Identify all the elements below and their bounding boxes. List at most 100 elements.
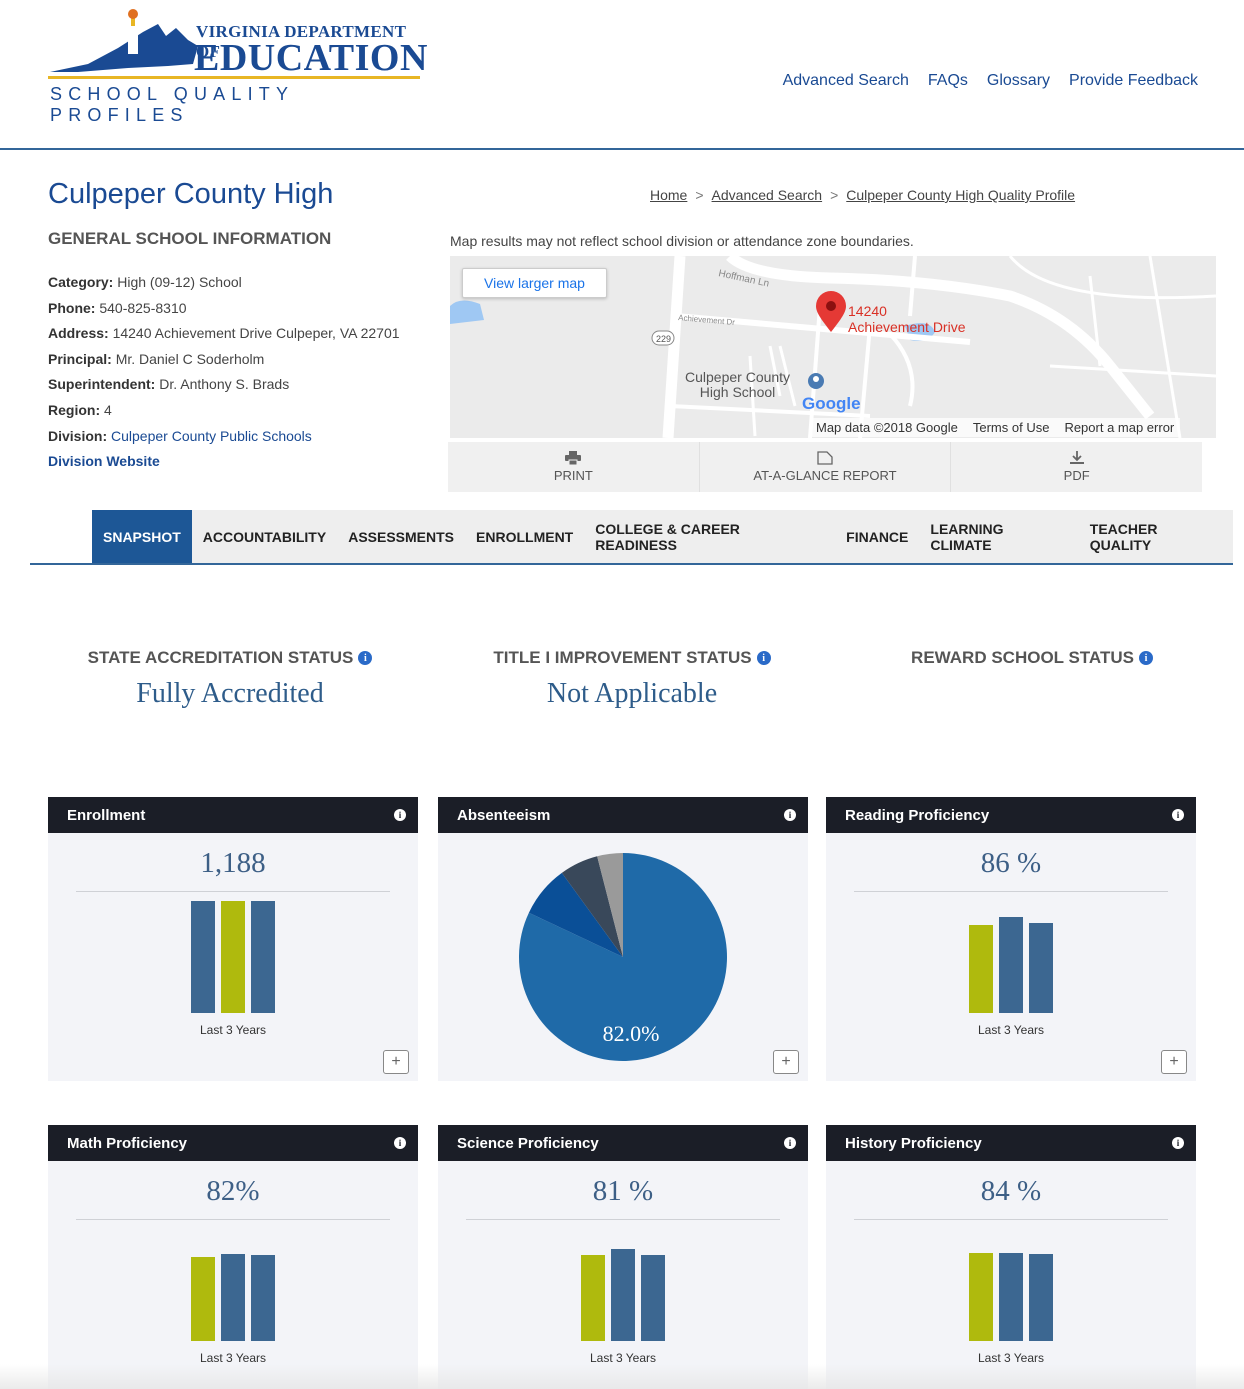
breadcrumb: Home > Advanced Search > Culpeper County…	[650, 187, 1075, 203]
tab-college-career-readiness[interactable]: COLLEGE & CAREER READINESS	[584, 510, 835, 563]
nav-glossary[interactable]: Glossary	[987, 72, 1050, 90]
logo-rule	[48, 76, 420, 79]
bar-year-3[interactable]	[1029, 923, 1053, 1013]
bar-year-1[interactable]	[969, 925, 993, 1013]
page-title: Culpeper County High	[48, 178, 334, 210]
school-info-list: Category: High (09-12) School Phone: 540…	[48, 270, 400, 475]
card-title: History Proficiency	[845, 1134, 982, 1152]
download-icon	[1069, 451, 1084, 464]
school-map[interactable]: Hoffman Ln Achievement Dr 229 View large…	[450, 256, 1216, 438]
nav-advanced-search[interactable]: Advanced Search	[783, 72, 909, 90]
bar-chart	[438, 1221, 808, 1351]
info-icon[interactable]: i	[784, 809, 796, 821]
info-icon[interactable]: i	[358, 651, 373, 665]
map-terms-link[interactable]: Terms of Use	[973, 420, 1050, 435]
division-website-link[interactable]: Division Website	[48, 453, 160, 469]
print-button[interactable]: PRINT	[448, 442, 700, 492]
info-icon[interactable]: i	[1138, 651, 1153, 665]
bar-year-1[interactable]	[191, 901, 215, 1013]
card-title: Math Proficiency	[67, 1134, 188, 1152]
vdoe-logo[interactable]: Virginia Department of Education SCHOOL …	[48, 6, 427, 125]
at-a-glance-report-button[interactable]: AT-A-GLANCE REPORT	[700, 442, 952, 492]
info-icon[interactable]: i	[1172, 809, 1184, 821]
bar-year-3[interactable]	[251, 1255, 275, 1341]
pdf-button[interactable]: PDF	[951, 442, 1202, 492]
page-fade	[0, 1364, 1244, 1389]
info-icon[interactable]: i	[756, 651, 771, 665]
bar-year-1[interactable]	[581, 1255, 605, 1341]
view-larger-map-button[interactable]: View larger map	[462, 268, 607, 298]
nav-provide-feedback[interactable]: Provide Feedback	[1069, 72, 1198, 90]
info-icon[interactable]: i	[394, 1137, 406, 1149]
map-data-attribution: Map data ©2018 Google	[816, 420, 958, 435]
breadcrumb-home[interactable]: Home	[650, 187, 687, 203]
enrollment-card: Enrollment i 1,188 Last 3 Years +	[48, 797, 418, 1081]
card-value: 86 %	[980, 847, 1042, 879]
accreditation-status-value: Fully Accredited	[136, 678, 324, 709]
bar-chart	[48, 1221, 418, 1351]
card-value: 84 %	[980, 1175, 1042, 1207]
card-divider	[466, 1219, 780, 1220]
google-logo: Google	[802, 394, 861, 413]
tab-learning-climate[interactable]: LEARNING CLIMATE	[919, 510, 1078, 563]
bar-year-2[interactable]	[999, 1253, 1023, 1341]
card-value: 81 %	[592, 1175, 654, 1207]
info-icon[interactable]: i	[784, 1137, 796, 1149]
chart-caption: Last 3 Years	[199, 1351, 267, 1365]
breadcrumb-advanced-search[interactable]: Advanced Search	[712, 187, 823, 203]
breadcrumb-separator: >	[695, 187, 704, 203]
chart-caption: Last 3 Years	[589, 1351, 657, 1365]
title1-status-value: Not Applicable	[546, 678, 718, 709]
absenteeism-card: Absenteeism i 82.0% +	[438, 797, 808, 1081]
info-category: Category: High (09-12) School	[48, 274, 242, 290]
info-icon[interactable]: i	[394, 809, 406, 821]
general-info-heading: GENERAL SCHOOL INFORMATION	[48, 229, 332, 248]
card-title: Science Proficiency	[457, 1134, 599, 1152]
expand-button[interactable]: +	[383, 1050, 409, 1074]
tab-enrollment[interactable]: ENROLLMENT	[465, 510, 584, 563]
reward-status: REWARD SCHOOL STATUS i	[862, 648, 1202, 678]
document-icon	[817, 451, 833, 465]
breadcrumb-current[interactable]: Culpeper County High Quality Profile	[846, 187, 1075, 203]
bar-year-2[interactable]	[611, 1249, 635, 1341]
division-link[interactable]: Culpeper County Public Schools	[111, 428, 312, 444]
info-division-website: Division Website	[48, 449, 400, 475]
science-proficiency-card: Science Proficiency i 81 % Last 3 Years	[438, 1125, 808, 1389]
virginia-state-icon	[50, 9, 198, 72]
route-shield: 229	[656, 334, 671, 344]
breadcrumb-separator: >	[830, 187, 839, 203]
bar-year-1[interactable]	[191, 1257, 215, 1341]
info-icon[interactable]: i	[1172, 1137, 1184, 1149]
bar-year-3[interactable]	[251, 901, 275, 1013]
card-divider	[76, 1219, 390, 1220]
printer-icon	[565, 451, 582, 465]
info-division: Division: Culpeper County Public Schools	[48, 427, 312, 444]
map-report-error-link[interactable]: Report a map error	[1064, 420, 1174, 435]
info-principal: Principal: Mr. Daniel C Soderholm	[48, 350, 265, 367]
logo-subtitle: SCHOOL QUALITY PROFILES	[50, 84, 294, 125]
tab-accountability[interactable]: ACCOUNTABILITY	[192, 510, 337, 563]
bar-year-3[interactable]	[641, 1255, 665, 1341]
bar-chart	[48, 893, 418, 1023]
accreditation-status: STATE ACCREDITATION STATUS i Fully Accred…	[60, 648, 400, 710]
math-proficiency-card: Math Proficiency i 82% Last 3 Years	[48, 1125, 418, 1389]
nav-faqs[interactable]: FAQs	[928, 72, 968, 90]
chart-caption: Last 3 Years	[977, 1351, 1045, 1365]
tab-finance[interactable]: FINANCE	[835, 510, 919, 563]
expand-button[interactable]: +	[773, 1050, 799, 1074]
bar-year-2[interactable]	[221, 901, 245, 1013]
bar-year-2[interactable]	[999, 917, 1023, 1013]
tab-snapshot[interactable]: SNAPSHOT	[92, 510, 192, 563]
tab-teacher-quality[interactable]: TEACHER QUALITY	[1079, 510, 1233, 563]
expand-button[interactable]: +	[1161, 1050, 1187, 1074]
tab-assessments[interactable]: ASSESSMENTS	[337, 510, 465, 563]
map-school-label: Culpeper County High School	[685, 369, 791, 400]
card-divider	[854, 1219, 1168, 1220]
bar-year-3[interactable]	[1029, 1254, 1053, 1341]
site-header: Virginia Department of Education SCHOOL …	[0, 0, 1244, 150]
bar-year-2[interactable]	[221, 1254, 245, 1341]
bar-year-1[interactable]	[969, 1253, 993, 1341]
card-divider	[76, 891, 390, 892]
chart-caption: Last 3 Years	[977, 1023, 1045, 1037]
info-region: Region: 4	[48, 401, 112, 418]
